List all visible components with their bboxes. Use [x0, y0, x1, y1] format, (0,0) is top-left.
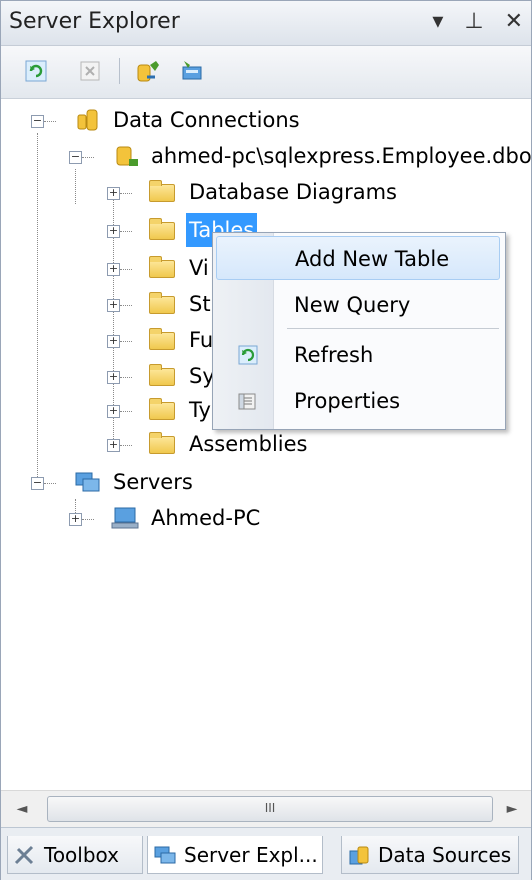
expand-icon[interactable]: +: [107, 225, 120, 238]
collapse-icon[interactable]: −: [31, 115, 44, 128]
tree-connector-line: [120, 445, 132, 446]
server-explorer-panel: Server Explorer ▾ ⊥ ✕ − Data Connections…: [0, 0, 532, 880]
tree-node-database-diagrams[interactable]: + Database Diagrams: [1, 175, 531, 209]
servers-icon: [75, 472, 100, 492]
connect-to-database-button[interactable]: [133, 56, 163, 86]
tree-connector-line: [120, 269, 132, 270]
menu-item-label: Properties: [294, 389, 401, 413]
auto-hide-pin-icon[interactable]: ⊥: [464, 9, 483, 34]
refresh-icon: [238, 345, 258, 365]
tree-node-data-connections[interactable]: − Data Connections: [1, 103, 531, 137]
refresh-button[interactable]: [21, 56, 51, 86]
context-menu: Add New Table New Query Refresh Properti…: [212, 232, 506, 430]
tree-connector-line: [44, 121, 56, 122]
folder-icon: [149, 432, 175, 454]
menu-item-label: Refresh: [294, 343, 374, 367]
stop-icon: [80, 61, 100, 81]
tab-data-sources[interactable]: Data Sources: [341, 836, 519, 874]
tree-connector-line: [120, 193, 132, 194]
expand-icon[interactable]: +: [107, 405, 120, 418]
panel-tabs: Toolbox Server Expl... Data Sources: [1, 827, 531, 880]
toolbar: [1, 46, 531, 99]
tree-connector-line: [82, 519, 94, 520]
close-icon[interactable]: ✕: [505, 9, 523, 34]
folder-icon: [149, 292, 175, 314]
menu-item-add-new-table[interactable]: Add New Table: [216, 236, 500, 280]
collapse-icon[interactable]: −: [31, 477, 44, 490]
collapse-icon[interactable]: −: [69, 151, 82, 164]
folder-icon: [149, 218, 175, 240]
window-position-dropdown-icon[interactable]: ▾: [432, 9, 443, 34]
connect-to-server-icon: [182, 61, 202, 80]
tree-label: ahmed-pc\sqlexpress.Employee.dbo: [151, 144, 532, 168]
scroll-right-icon[interactable]: ►: [497, 791, 527, 827]
tree-node-servers[interactable]: − Servers: [1, 465, 531, 499]
tab-toolbox[interactable]: Toolbox: [7, 836, 143, 874]
menu-item-label: New Query: [294, 293, 411, 317]
tree-label: Vi: [189, 256, 209, 280]
toolbar-separator: [119, 58, 120, 84]
tree-connector-line: [120, 305, 132, 306]
tree-label: Assemblies: [189, 432, 308, 456]
tree-label: Servers: [113, 470, 193, 494]
menu-item-label: Add New Table: [295, 247, 450, 271]
menu-item-properties[interactable]: Properties: [216, 379, 500, 423]
tree-connector-line: [120, 377, 132, 378]
tree-connector-line: [120, 341, 132, 342]
tree-label: Database Diagrams: [189, 180, 397, 204]
tree-label: Ty: [189, 398, 211, 422]
servers-icon: [154, 846, 176, 864]
expand-icon[interactable]: +: [107, 187, 120, 200]
computer-icon: [111, 507, 139, 529]
menu-item-refresh[interactable]: Refresh: [216, 333, 500, 377]
expand-icon[interactable]: +: [107, 335, 120, 348]
horizontal-scrollbar[interactable]: ◄ III ►: [1, 790, 531, 827]
tree-connector-line: [82, 157, 94, 158]
tree-label: Fu: [189, 328, 214, 352]
folder-icon: [149, 328, 175, 350]
connect-to-server-button[interactable]: [177, 56, 207, 86]
connect-to-database-icon: [137, 61, 159, 82]
expand-icon[interactable]: +: [107, 439, 120, 452]
properties-icon: [238, 393, 256, 410]
tab-label: Data Sources: [378, 843, 512, 867]
expand-icon[interactable]: +: [107, 263, 120, 276]
folder-icon: [149, 398, 175, 420]
toolbox-icon: [14, 845, 34, 865]
refresh-icon: [25, 60, 47, 82]
tree-connector-line: [120, 231, 132, 232]
tab-server-explorer[interactable]: Server Expl...: [147, 836, 323, 874]
menu-separator: [287, 328, 499, 329]
database-icon: [116, 146, 138, 166]
scroll-left-icon[interactable]: ◄: [7, 791, 37, 827]
tree-node-server-ahmed-pc[interactable]: + Ahmed-PC: [1, 501, 531, 535]
title-buttons: ▾ ⊥ ✕: [418, 9, 523, 34]
expand-icon[interactable]: +: [69, 513, 82, 526]
tree-label: Sy: [189, 364, 215, 388]
menu-item-new-query[interactable]: New Query: [216, 283, 500, 327]
tree-label: Ahmed-PC: [151, 506, 261, 530]
data-sources-icon: [349, 846, 369, 865]
tree-label: Data Connections: [113, 108, 300, 132]
data-connections-icon: [77, 109, 98, 131]
expand-icon[interactable]: +: [107, 299, 120, 312]
scrollbar-thumb[interactable]: III: [47, 796, 493, 822]
folder-icon: [149, 180, 175, 202]
tree-label: St: [189, 292, 211, 316]
expand-icon[interactable]: +: [107, 371, 120, 384]
tree-node-connection[interactable]: − ahmed-pc\sqlexpress.Employee.dbo: [1, 139, 532, 173]
folder-icon: [149, 256, 175, 278]
title-bar: Server Explorer ▾ ⊥ ✕: [1, 1, 531, 46]
tree-connector-line: [120, 411, 132, 412]
tab-label: Server Expl...: [184, 843, 318, 867]
tab-label: Toolbox: [44, 843, 119, 867]
panel-title: Server Explorer: [9, 9, 180, 34]
tree-node-assemblies[interactable]: + Assemblies: [1, 427, 531, 461]
folder-icon: [149, 364, 175, 386]
server-explorer-tree: − Data Connections − ahmed-pc\sqlexpress…: [1, 99, 532, 789]
tree-connector-line: [44, 483, 56, 484]
stop-refresh-button[interactable]: [75, 56, 105, 86]
